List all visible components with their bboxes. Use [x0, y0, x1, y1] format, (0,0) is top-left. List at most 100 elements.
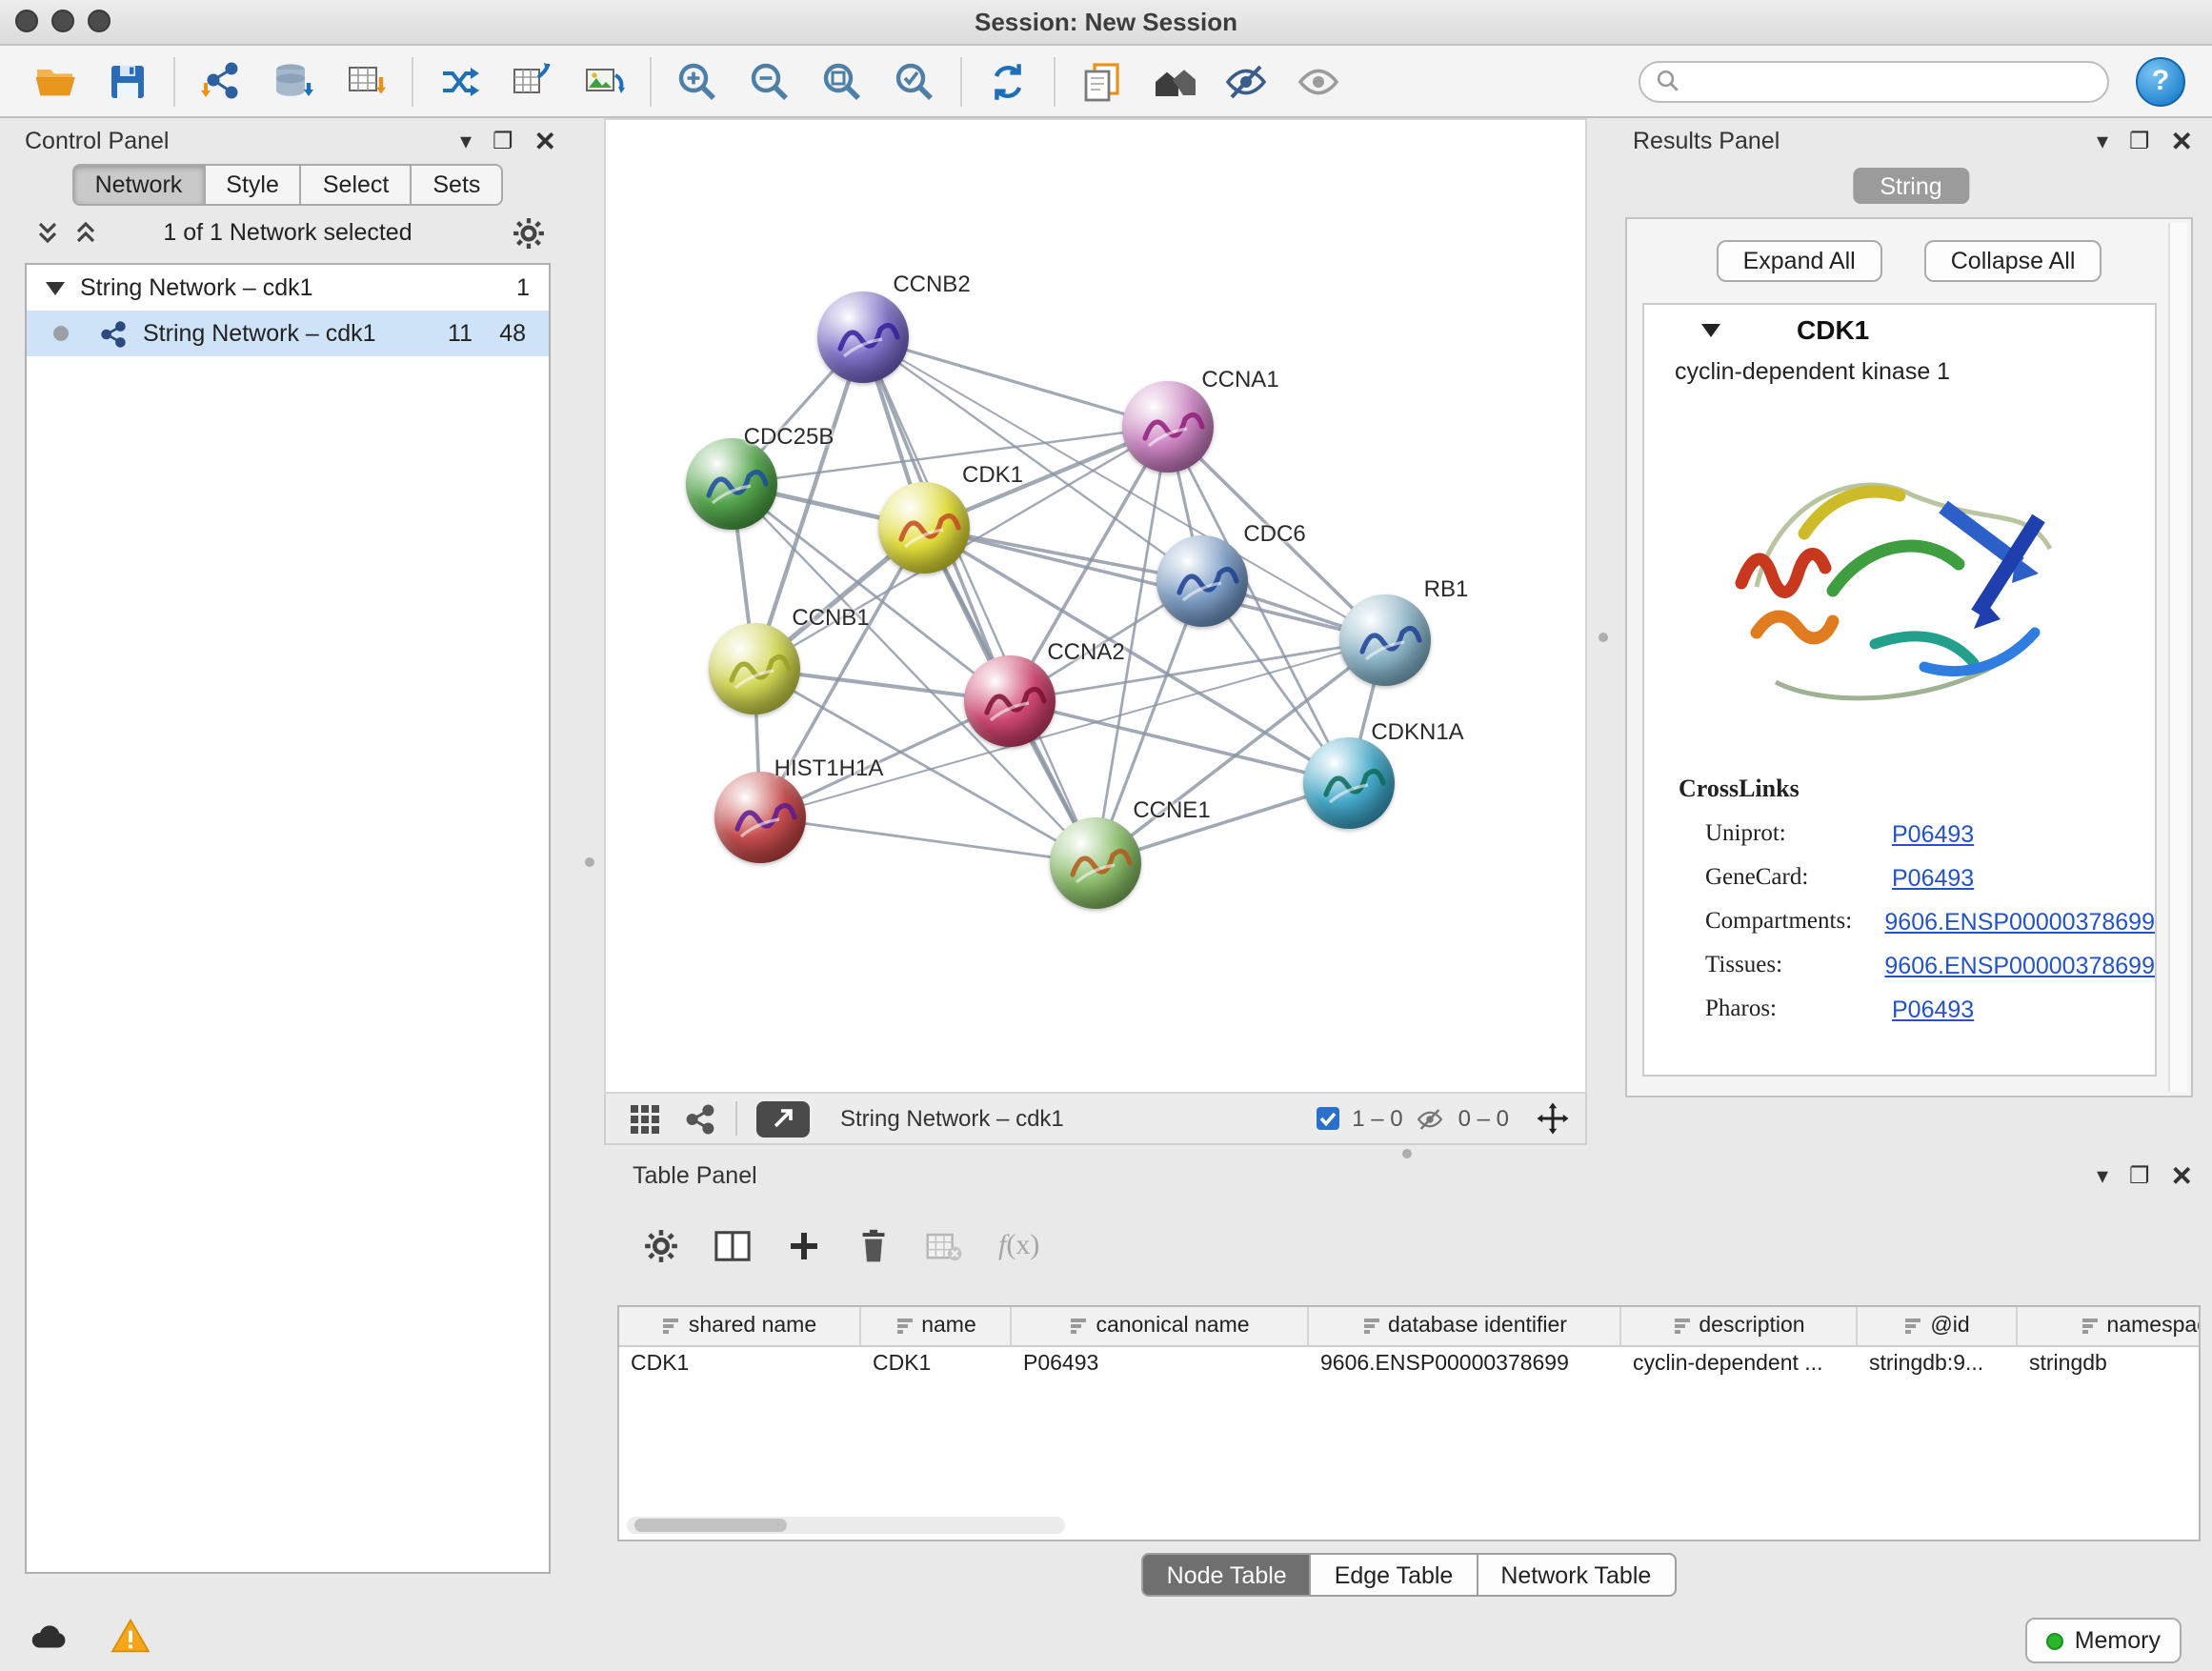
zoom-selected-button[interactable]: [878, 50, 951, 111]
network-row[interactable]: String Network – cdk1 11 48: [27, 311, 549, 356]
warning-button[interactable]: [111, 1618, 151, 1663]
create-column-plus-icon[interactable]: [787, 1229, 821, 1263]
cell-description[interactable]: cyclin-dependent ...: [1621, 1353, 1858, 1376]
panel-float-icon[interactable]: ❐: [2129, 1162, 2150, 1189]
crosslink-link-genecard[interactable]: P06493: [1892, 864, 1974, 891]
tab-style[interactable]: Style: [203, 164, 302, 206]
network-node-hist1h1a[interactable]: [714, 772, 806, 863]
column-header-name[interactable]: name: [861, 1307, 1012, 1345]
crosslink-link-tissues[interactable]: 9606.ENSP00000378699: [1884, 952, 2155, 978]
network-node-ccnb1[interactable]: [709, 623, 800, 715]
hide-selected-button[interactable]: [1210, 50, 1282, 111]
network-node-ccna1[interactable]: [1122, 381, 1214, 473]
search-input[interactable]: [1680, 66, 2092, 96]
network-node-cdc6[interactable]: [1156, 535, 1248, 627]
column-header-namespace[interactable]: namespace: [2018, 1307, 2201, 1345]
import-network-from-database-button[interactable]: [257, 50, 330, 111]
function-builder-button[interactable]: f(x): [998, 1230, 1039, 1262]
cell-shared-name[interactable]: CDK1: [619, 1353, 861, 1376]
collapse-all-button[interactable]: Collapse All: [1924, 240, 2102, 282]
protein-thumbnail: [964, 655, 1056, 747]
refresh-button[interactable]: [972, 50, 1044, 111]
open-folder-icon: [32, 58, 78, 104]
network-node-cdk1[interactable]: [878, 482, 970, 574]
panel-close-icon[interactable]: ✕: [534, 128, 556, 154]
show-columns-icon[interactable]: [714, 1229, 751, 1263]
delete-column-trash-icon[interactable]: [857, 1229, 890, 1263]
results-scrollbar[interactable]: [2168, 223, 2187, 1092]
network-node-ccnb2[interactable]: [817, 292, 909, 383]
crosslink-link-pharos[interactable]: P06493: [1892, 996, 1974, 1022]
clipboard-button[interactable]: [1065, 50, 1137, 111]
crosslink-link-uniprot[interactable]: P06493: [1892, 820, 1974, 847]
expander-icon[interactable]: [46, 281, 65, 294]
table-mode-gear-icon[interactable]: [644, 1229, 678, 1263]
tab-network-table[interactable]: Network Table: [1476, 1553, 1676, 1597]
splitter-handle[interactable]: [1599, 633, 1608, 642]
table-horizontal-scrollbar[interactable]: [627, 1517, 1065, 1534]
export-image-button[interactable]: [568, 50, 640, 111]
splitter-handle[interactable]: [1402, 1149, 1412, 1158]
show-all-button[interactable]: [1282, 50, 1355, 111]
panel-float-icon[interactable]: ❐: [2129, 128, 2150, 154]
network-options-gear-icon[interactable]: [513, 217, 545, 250]
column-header-shared-name[interactable]: shared name: [619, 1307, 861, 1345]
network-node-rb1[interactable]: [1339, 594, 1431, 686]
cell-canonical-name[interactable]: P06493: [1012, 1353, 1309, 1376]
column-header-id[interactable]: @id: [1858, 1307, 2018, 1345]
splitter-handle[interactable]: [585, 857, 594, 867]
network-node-ccna2[interactable]: [964, 655, 1056, 747]
panel-menu-icon[interactable]: ▾: [2097, 1162, 2108, 1189]
hidden-eye-slash-icon[interactable]: [1415, 1104, 1447, 1133]
tab-edge-table[interactable]: Edge Table: [1310, 1553, 1478, 1597]
memory-button[interactable]: Memory: [2025, 1618, 2182, 1663]
panel-menu-icon[interactable]: ▾: [2097, 128, 2108, 154]
crosslink-link-compartments[interactable]: 9606.ENSP00000378699: [1884, 908, 2155, 935]
selected-checkbox-icon[interactable]: [1314, 1105, 1340, 1132]
share-network-button[interactable]: [684, 1102, 716, 1135]
home-button[interactable]: [1137, 50, 1210, 111]
tab-select[interactable]: Select: [300, 164, 412, 206]
column-header-canonical-name[interactable]: canonical name: [1012, 1307, 1309, 1345]
expand-all-button[interactable]: Expand All: [1717, 240, 1882, 282]
cloud-button[interactable]: [27, 1618, 69, 1661]
panel-close-icon[interactable]: ✕: [2171, 1162, 2193, 1189]
network-node-cdkn1a[interactable]: [1303, 737, 1395, 829]
import-table-from-file-button[interactable]: [330, 50, 402, 111]
crosslink-label: GeneCard:: [1705, 863, 1892, 892]
results-tab-string[interactable]: String: [1853, 168, 1968, 204]
network-node-ccne1[interactable]: [1050, 817, 1141, 909]
panel-menu-icon[interactable]: ▾: [460, 128, 472, 154]
network-canvas[interactable]: CCNB2CCNA1CDC25BCDK1CDC6RB1CCNB1CCNA2CDK…: [604, 118, 1587, 1094]
open-session-button[interactable]: [19, 50, 91, 111]
new-network-from-selection-button[interactable]: [423, 50, 495, 111]
cell-id[interactable]: stringdb:9...: [1858, 1353, 2018, 1376]
tab-network[interactable]: Network: [72, 164, 206, 206]
cell-database-identifier[interactable]: 9606.ENSP00000378699: [1309, 1353, 1621, 1376]
import-network-from-file-button[interactable]: [185, 50, 257, 111]
zoom-out-button[interactable]: [734, 50, 806, 111]
entry-expander-icon[interactable]: [1701, 323, 1720, 336]
grid-view-button[interactable]: [629, 1102, 661, 1135]
table-row[interactable]: CDK1 CDK1 P06493 9606.ENSP00000378699 cy…: [619, 1347, 2199, 1381]
column-sort-icon: [1672, 1317, 1691, 1336]
tab-sets[interactable]: Sets: [410, 164, 503, 206]
zoom-in-button[interactable]: [661, 50, 734, 111]
panel-float-icon[interactable]: ❐: [493, 128, 513, 154]
column-header-description[interactable]: description: [1621, 1307, 1858, 1345]
save-session-button[interactable]: [91, 50, 164, 111]
fit-content-crosshair-icon[interactable]: [1536, 1101, 1570, 1136]
network-collection-row[interactable]: String Network – cdk1 1: [27, 265, 549, 311]
tab-node-table[interactable]: Node Table: [1142, 1553, 1312, 1597]
export-table-button[interactable]: [495, 50, 568, 111]
column-header-database-identifier[interactable]: database identifier: [1309, 1307, 1621, 1345]
zoom-fit-button[interactable]: [806, 50, 878, 111]
gene-entry-header[interactable]: CDK1: [1644, 305, 2155, 354]
network-node-cdc25b[interactable]: [686, 438, 777, 530]
scrollbar-thumb[interactable]: [634, 1519, 787, 1532]
open-in-window-button[interactable]: [756, 1100, 810, 1137]
help-button[interactable]: ?: [2136, 56, 2185, 106]
panel-close-icon[interactable]: ✕: [2171, 128, 2193, 154]
cell-namespace[interactable]: stringdb: [2018, 1353, 2201, 1376]
cell-name[interactable]: CDK1: [861, 1353, 1012, 1376]
